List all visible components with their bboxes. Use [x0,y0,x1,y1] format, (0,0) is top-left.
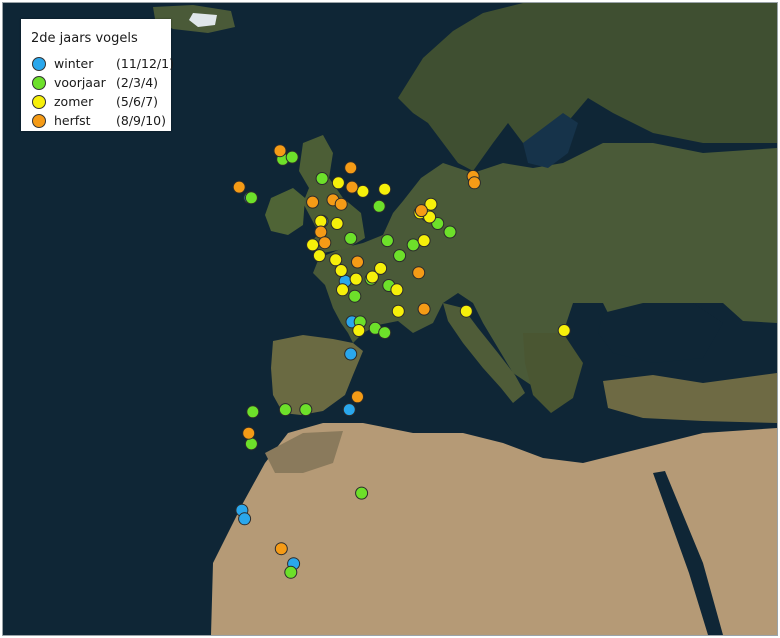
legend-label-voorjaar: voorjaar [54,75,106,90]
legend-label-zomer: zomer [54,94,94,109]
observation-marker-voorjaar[interactable] [315,172,329,185]
observation-marker-voorjaar[interactable] [285,150,299,164]
observation-marker-herfst[interactable] [274,542,288,556]
observation-marker-herfst[interactable] [351,390,364,404]
observation-marker-voorjaar[interactable] [443,225,457,239]
observation-marker-voorjaar[interactable] [355,486,369,500]
observation-marker-zomer[interactable] [336,283,349,297]
legend-label-winter: winter [54,56,94,71]
observation-marker-herfst[interactable] [345,180,359,194]
observation-marker-zomer[interactable] [330,217,344,230]
observation-marker-winter[interactable] [344,347,358,361]
observation-marker-zomer[interactable] [352,324,366,337]
legend-item-herfst: herfst (8/9/10) [29,112,169,130]
observation-marker-herfst[interactable] [414,204,428,218]
observation-marker-zomer[interactable] [378,182,392,196]
observation-marker-voorjaar[interactable] [284,565,298,579]
observation-marker-herfst[interactable] [334,197,348,211]
observation-marker-zomer[interactable] [331,176,345,190]
observation-marker-winter[interactable] [238,512,252,526]
observation-marker-voorjaar[interactable] [344,231,358,245]
legend-swatch-zomer [32,95,46,109]
legend-title: 2de jaars vogels [31,31,138,46]
observation-marker-voorjaar[interactable] [372,199,386,213]
observation-marker-zomer[interactable] [334,264,348,277]
legend-months-zomer: (5/6/7) [116,94,159,109]
observation-marker-voorjaar[interactable] [378,326,392,340]
observation-marker-zomer[interactable] [557,324,571,337]
observation-marker-voorjaar[interactable] [299,403,313,417]
observation-marker-voorjaar[interactable] [393,249,407,263]
observation-marker-voorjaar[interactable] [278,403,292,417]
observation-marker-zomer[interactable] [312,249,326,263]
observation-marker-herfst[interactable] [344,161,358,175]
observation-marker-herfst[interactable] [412,266,426,280]
observation-marker-herfst[interactable] [318,236,332,250]
legend-item-zomer: zomer (5/6/7) [29,93,169,111]
observation-marker-zomer[interactable] [391,304,405,318]
observation-marker-herfst[interactable] [242,426,256,440]
observation-marker-herfst[interactable] [314,225,328,239]
observation-marker-voorjaar[interactable] [244,437,258,451]
observation-marker-zomer[interactable] [459,304,473,318]
observation-marker-zomer[interactable] [417,234,431,248]
observation-marker-voorjaar[interactable] [244,191,258,205]
observation-marker-voorjaar[interactable] [348,289,362,303]
observation-marker-herfst[interactable] [232,180,246,194]
observation-marker-herfst[interactable] [306,195,320,209]
observation-marker-zomer[interactable] [306,238,320,252]
legend-months-winter: (11/12/1) [116,56,174,71]
legend: 2de jaars vogels winter (11/12/1) voorja… [21,19,174,131]
observation-marker-herfst[interactable] [467,176,481,190]
observation-marker-zomer[interactable] [349,272,363,286]
observation-marker-voorjaar[interactable] [380,234,394,248]
map-frame: 2de jaars vogels winter (11/12/1) voorja… [2,2,778,636]
observation-marker-voorjaar[interactable] [246,405,260,419]
observation-marker-herfst[interactable] [417,302,431,316]
legend-months-herfst: (8/9/10) [116,113,166,128]
observation-marker-herfst[interactable] [351,255,364,269]
observation-marker-zomer[interactable] [329,253,343,267]
observation-marker-zomer[interactable] [356,184,370,198]
legend-swatch-voorjaar [32,76,46,90]
legend-label-herfst: herfst [54,113,91,128]
legend-swatch-winter [32,57,46,71]
observation-marker-herfst[interactable] [273,144,287,158]
legend-item-voorjaar: voorjaar (2/3/4) [29,74,169,92]
observation-marker-zomer[interactable] [390,283,404,297]
observation-marker-winter[interactable] [342,403,356,417]
legend-swatch-herfst [32,114,46,128]
legend-item-winter: winter (11/12/1) [29,55,174,73]
observation-marker-zomer[interactable] [374,261,388,275]
observation-marker-voorjaar[interactable] [406,238,420,252]
legend-months-voorjaar: (2/3/4) [116,75,159,90]
